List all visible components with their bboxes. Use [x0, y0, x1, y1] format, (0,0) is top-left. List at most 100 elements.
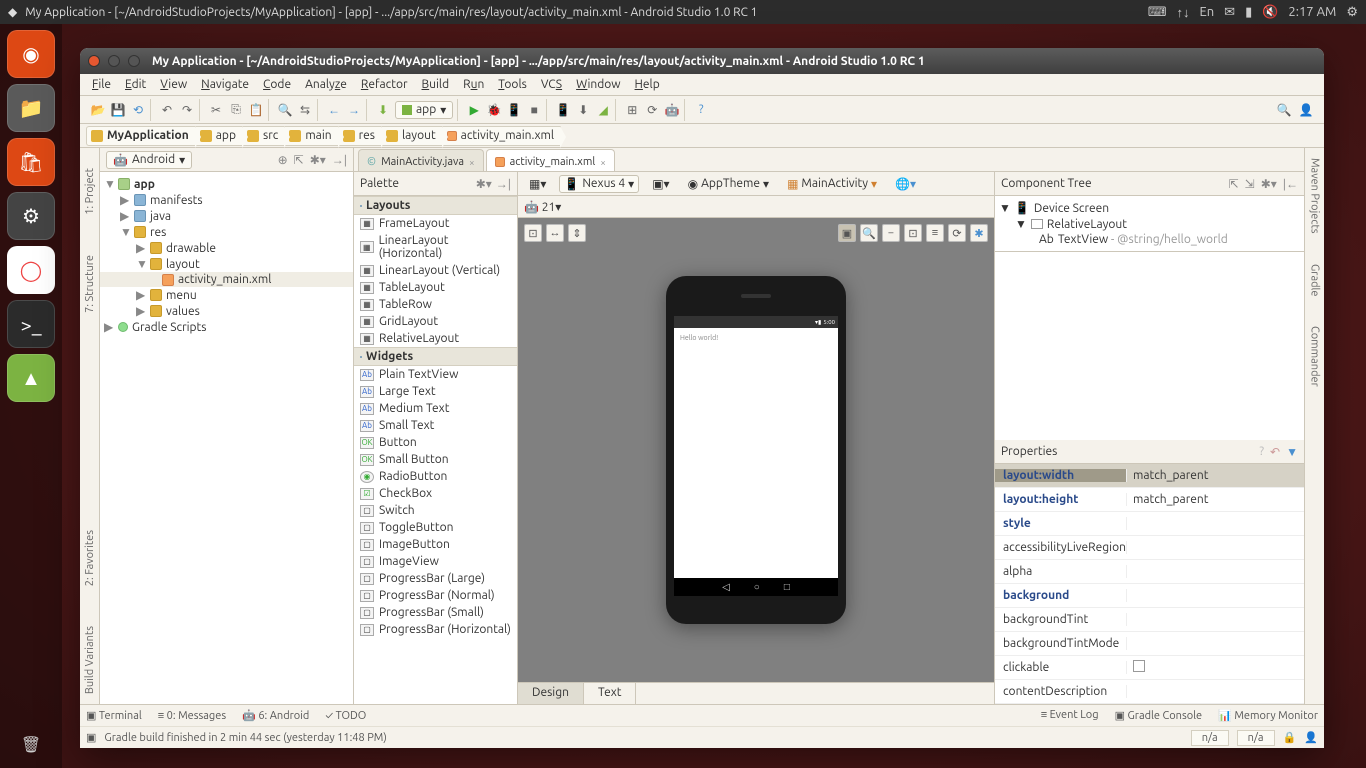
replace-icon[interactable]: ⇆: [297, 102, 313, 118]
palette-item[interactable]: ▦TableRow: [354, 296, 517, 313]
locale-selector[interactable]: 🌐▾: [890, 175, 921, 193]
user-icon[interactable]: 👤: [1298, 102, 1314, 118]
paste-icon[interactable]: 📋: [248, 102, 264, 118]
mail-icon[interactable]: ✉: [1224, 5, 1235, 20]
tree-manifests[interactable]: manifests: [150, 194, 203, 207]
project-view-selector[interactable]: 🤖 Android ▾: [106, 151, 192, 169]
attach-debug-icon[interactable]: 📱: [506, 102, 522, 118]
close-icon[interactable]: ×: [600, 157, 606, 168]
device-preview[interactable]: ▾▮5:00 Hello world! ◁○□: [666, 276, 846, 624]
palette-item[interactable]: OKButton: [354, 434, 517, 451]
ct-textview[interactable]: TextView - @string/hello_world: [1058, 233, 1228, 246]
crumb-res[interactable]: res: [338, 126, 381, 146]
project-settings-icon[interactable]: ✱▾: [310, 153, 326, 167]
tool-eventlog[interactable]: ≡ Event Log: [1041, 709, 1099, 722]
palette-item[interactable]: ▦LinearLayout (Vertical): [354, 262, 517, 279]
tree-layout[interactable]: layout: [166, 258, 200, 271]
palette-item[interactable]: AbMedium Text: [354, 400, 517, 417]
palette-item[interactable]: ▦TableLayout: [354, 279, 517, 296]
palette-item[interactable]: ▢ImageView: [354, 553, 517, 570]
orientation-icon[interactable]: ▣▾: [647, 175, 674, 193]
debug-icon[interactable]: 🐞: [486, 102, 502, 118]
palette-item[interactable]: ▢ProgressBar (Small): [354, 604, 517, 621]
theme-selector[interactable]: ◉ AppTheme▾: [683, 175, 774, 193]
palette-item[interactable]: ▦LinearLayout (Horizontal): [354, 232, 517, 262]
palette-item[interactable]: ▦FrameLayout: [354, 215, 517, 232]
stop-icon[interactable]: ■: [526, 102, 542, 118]
tree-menu[interactable]: menu: [166, 289, 197, 302]
copy-icon[interactable]: ⎘: [228, 102, 244, 118]
lang-indicator[interactable]: En: [1199, 5, 1214, 19]
project-hide-icon[interactable]: →|: [332, 153, 347, 167]
palette-item[interactable]: OKSmall Button: [354, 451, 517, 468]
palette-item[interactable]: ▢ToggleButton: [354, 519, 517, 536]
props-help-icon[interactable]: ?: [1259, 445, 1264, 459]
tool-project[interactable]: 1: Project: [84, 168, 96, 215]
property-row[interactable]: layout:widthmatch_parent: [995, 464, 1304, 488]
clock[interactable]: 2:17 AM: [1288, 5, 1336, 19]
tool-maven[interactable]: Maven Projects: [1309, 158, 1321, 234]
tool-structure[interactable]: 7: Structure: [84, 255, 96, 313]
tab-activity-main[interactable]: activity_main.xml×: [486, 149, 615, 171]
status-hector-icon[interactable]: 👤: [1304, 731, 1318, 744]
crumb-app[interactable]: app: [195, 126, 242, 146]
menu-help[interactable]: Help: [629, 76, 666, 93]
canvas-layers-icon[interactable]: ≡: [926, 224, 944, 242]
help-icon[interactable]: ?: [693, 102, 709, 118]
menu-view[interactable]: View: [154, 76, 193, 93]
canvas-zoomplus-icon[interactable]: 🔍: [860, 224, 878, 242]
undo-icon[interactable]: ↶: [159, 102, 175, 118]
make-icon[interactable]: ⬇: [375, 102, 391, 118]
window-close[interactable]: [88, 55, 100, 67]
palette-item[interactable]: ▢ProgressBar (Normal): [354, 587, 517, 604]
canvas-zoomout-icon[interactable]: −: [882, 224, 900, 242]
tool-gradle-console[interactable]: ▣ Gradle Console: [1115, 709, 1203, 722]
cut-icon[interactable]: ✂: [208, 102, 224, 118]
menu-tools[interactable]: Tools: [492, 76, 533, 93]
tool-todo[interactable]: ✓ TODO: [325, 710, 366, 722]
project-collapse-icon[interactable]: ⇱: [294, 153, 304, 167]
launcher-terminal[interactable]: >_: [7, 300, 55, 348]
palette-item[interactable]: AbLarge Text: [354, 383, 517, 400]
menu-file[interactable]: File: [86, 76, 117, 93]
launcher-software[interactable]: 🛍: [7, 138, 55, 186]
window-minimize[interactable]: [108, 55, 120, 67]
design-tab[interactable]: Design: [518, 683, 584, 704]
ddms-icon[interactable]: ◢: [595, 102, 611, 118]
canvas-render-icon[interactable]: ▦▾: [524, 175, 551, 193]
sync-icon[interactable]: ⟲: [130, 102, 146, 118]
launcher-trash[interactable]: 🗑: [7, 720, 55, 768]
run-icon[interactable]: ▶: [466, 102, 482, 118]
tool-gradle[interactable]: Gradle: [1309, 264, 1321, 297]
ct-hide-icon[interactable]: |←: [1283, 177, 1298, 191]
android-icon[interactable]: 🤖: [664, 102, 680, 118]
tool-messages[interactable]: ≡ 0: Messages: [158, 710, 226, 722]
api-selector[interactable]: 🤖 21▾: [524, 200, 561, 214]
menu-analyze[interactable]: Analyze: [299, 76, 353, 93]
property-row[interactable]: accessibilityLiveRegion: [995, 536, 1304, 560]
launcher-settings[interactable]: ⚙: [7, 192, 55, 240]
menu-edit[interactable]: Edit: [119, 76, 152, 93]
ct-collapse-icon[interactable]: ⇲: [1245, 177, 1255, 191]
tree-activity-main[interactable]: activity_main.xml: [178, 273, 271, 286]
property-row[interactable]: backgroundTint: [995, 608, 1304, 632]
palette-item[interactable]: ▦RelativeLayout: [354, 330, 517, 347]
canvas-refresh-icon[interactable]: ⟳: [948, 224, 966, 242]
tree-gradle-scripts[interactable]: Gradle Scripts: [132, 321, 206, 334]
tool-build-variants[interactable]: Build Variants: [84, 626, 96, 694]
back-icon[interactable]: ←: [326, 102, 342, 118]
tool-memory[interactable]: 📊 Memory Monitor: [1218, 709, 1318, 722]
text-tab[interactable]: Text: [584, 683, 637, 704]
tree-drawable[interactable]: drawable: [166, 242, 216, 255]
canvas-zoomfit-icon[interactable]: ⊡: [904, 224, 922, 242]
canvas-select-icon[interactable]: ⊡: [524, 224, 542, 242]
network-icon[interactable]: ↑↓: [1176, 5, 1189, 20]
tree-res[interactable]: res: [150, 226, 166, 239]
menu-window[interactable]: Window: [570, 76, 626, 93]
canvas-pan-icon[interactable]: ↔: [546, 224, 564, 242]
launcher-chrome[interactable]: ◯: [7, 246, 55, 294]
menu-run[interactable]: Run: [457, 76, 490, 93]
ct-device-screen[interactable]: Device Screen: [1034, 202, 1109, 215]
sdk-icon[interactable]: ⬇: [575, 102, 591, 118]
keyboard-icon[interactable]: ⌨: [1148, 5, 1167, 20]
